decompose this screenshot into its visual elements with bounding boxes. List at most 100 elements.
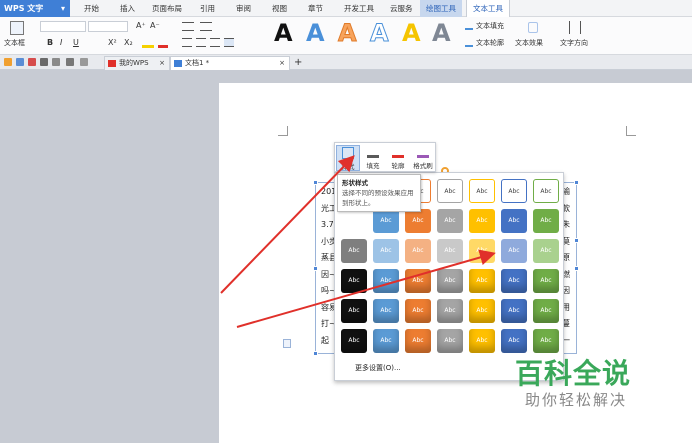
style-swatch[interactable]: Abc <box>341 239 367 263</box>
text-fill-icon[interactable] <box>465 22 473 30</box>
resize-handle[interactable] <box>574 266 579 271</box>
resize-handle[interactable] <box>313 266 318 271</box>
more-settings-link[interactable]: 更多设置(O)... <box>355 363 401 373</box>
style-swatch[interactable]: Abc <box>373 299 399 323</box>
text-effect-button[interactable]: 文本效果 <box>515 38 543 48</box>
style-swatch[interactable]: Abc <box>373 269 399 293</box>
wordart-style-black[interactable]: A <box>274 20 293 46</box>
style-swatch[interactable]: Abc <box>501 269 527 293</box>
italic-button[interactable]: I <box>60 38 62 47</box>
wordart-style-gold[interactable]: A <box>402 20 421 46</box>
style-swatch[interactable]: Abc <box>373 329 399 353</box>
numbering-icon[interactable] <box>200 22 212 31</box>
style-swatch[interactable]: Abc <box>373 239 399 263</box>
text-fill-button[interactable]: 文本填充 <box>476 21 504 31</box>
highlight-icon[interactable] <box>142 39 154 48</box>
style-swatch[interactable]: Abc <box>533 299 559 323</box>
text-effect-icon[interactable] <box>528 22 538 33</box>
style-swatch[interactable]: Abc <box>533 269 559 293</box>
wordart-style-outline[interactable]: A <box>370 20 390 47</box>
menu-insert[interactable]: 插入 <box>114 0 141 17</box>
style-swatch[interactable]: Abc <box>437 269 463 293</box>
style-swatch[interactable]: Abc <box>533 329 559 353</box>
bold-button[interactable]: B <box>47 38 53 47</box>
style-swatch[interactable]: Abc <box>341 299 367 323</box>
bullets-icon[interactable] <box>182 22 194 31</box>
menu-view[interactable]: 视图 <box>266 0 293 17</box>
style-swatch[interactable]: Abc <box>405 239 431 263</box>
style-swatch[interactable]: Abc <box>501 299 527 323</box>
style-swatch[interactable]: Abc <box>469 329 495 353</box>
style-swatch[interactable]: Abc <box>469 209 495 233</box>
wordart-style-gray[interactable]: A <box>432 20 451 46</box>
resize-handle[interactable] <box>313 351 318 356</box>
textbox-label[interactable]: 文本框 <box>4 38 25 48</box>
align-right-icon[interactable] <box>210 38 220 47</box>
menu-page-layout[interactable]: 页面布局 <box>146 0 188 17</box>
align-left-icon[interactable] <box>182 38 192 47</box>
style-swatch[interactable]: Abc <box>405 269 431 293</box>
style-swatch[interactable]: Abc <box>533 209 559 233</box>
style-swatch[interactable]: Abc <box>437 299 463 323</box>
style-swatch[interactable]: Abc <box>437 209 463 233</box>
style-swatch[interactable]: Abc <box>501 209 527 233</box>
style-swatch[interactable]: Abc <box>501 329 527 353</box>
redo-icon[interactable] <box>80 58 88 66</box>
style-swatch[interactable]: Abc <box>373 209 399 233</box>
menu-drawing-tools[interactable]: 绘图工具 <box>420 0 462 17</box>
menu-references[interactable]: 引用 <box>194 0 221 17</box>
close-icon[interactable]: × <box>279 57 285 70</box>
style-swatch[interactable]: Abc <box>341 329 367 353</box>
style-swatch[interactable]: Abc <box>341 269 367 293</box>
menu-home[interactable]: 开始 <box>78 0 105 17</box>
save-icon[interactable] <box>16 58 24 66</box>
wordart-style-orange[interactable]: A <box>338 20 358 47</box>
menu-cloud[interactable]: 云服务 <box>384 0 419 17</box>
subscript-button[interactable]: X₂ <box>124 38 133 47</box>
style-swatch[interactable]: Abc <box>533 239 559 263</box>
menu-text-tools[interactable]: 文本工具 <box>466 0 510 17</box>
style-swatch[interactable]: Abc <box>405 329 431 353</box>
font-size-field[interactable] <box>88 21 128 32</box>
style-swatch[interactable]: Abc <box>469 179 495 203</box>
wordart-style-blue[interactable]: A <box>306 20 325 46</box>
shrink-font-button[interactable]: A⁻ <box>150 21 160 30</box>
style-swatch[interactable]: Abc <box>501 239 527 263</box>
app-menu-button[interactable]: WPS 文字 ▾ <box>0 0 70 17</box>
resize-handle[interactable] <box>574 180 579 185</box>
justify-icon[interactable] <box>224 38 234 47</box>
font-color-icon[interactable] <box>158 39 168 48</box>
style-swatch[interactable]: Abc <box>437 239 463 263</box>
align-center-icon[interactable] <box>196 38 206 47</box>
format-painter-button[interactable]: 格式刷 <box>411 145 435 171</box>
print-icon[interactable] <box>40 58 48 66</box>
resize-handle[interactable] <box>574 238 579 243</box>
open-folder-icon[interactable] <box>4 58 12 66</box>
font-name-field[interactable] <box>40 21 86 32</box>
menu-review[interactable]: 审阅 <box>230 0 257 17</box>
print-preview-icon[interactable] <box>52 58 60 66</box>
style-swatch[interactable]: Abc <box>405 299 431 323</box>
style-swatch[interactable]: Abc <box>533 179 559 203</box>
menu-developer[interactable]: 开发工具 <box>338 0 380 17</box>
undo-icon[interactable] <box>66 58 74 66</box>
text-direction-icon[interactable] <box>569 21 581 34</box>
new-tab-button[interactable]: + <box>294 56 302 69</box>
tab-my-wps[interactable]: 我的WPS × <box>104 56 170 70</box>
style-swatch[interactable]: Abc <box>469 299 495 323</box>
style-swatch[interactable]: Abc <box>405 209 431 233</box>
style-swatch[interactable]: Abc <box>437 329 463 353</box>
tab-document1[interactable]: 文档1 * × <box>170 56 290 70</box>
close-icon[interactable]: × <box>159 57 165 70</box>
textbox-icon[interactable] <box>10 21 24 35</box>
underline-button[interactable]: U <box>73 38 79 47</box>
text-outline-button[interactable]: 文本轮廓 <box>476 38 504 48</box>
text-outline-icon[interactable] <box>465 39 473 47</box>
style-swatch[interactable]: Abc <box>437 179 463 203</box>
text-direction-button[interactable]: 文字方向 <box>560 38 588 48</box>
export-pdf-icon[interactable] <box>28 58 36 66</box>
grow-font-button[interactable]: A⁺ <box>136 21 146 30</box>
style-swatch[interactable]: Abc <box>469 269 495 293</box>
superscript-button[interactable]: X² <box>108 38 117 47</box>
outline-button[interactable]: 轮廓 <box>386 145 410 171</box>
